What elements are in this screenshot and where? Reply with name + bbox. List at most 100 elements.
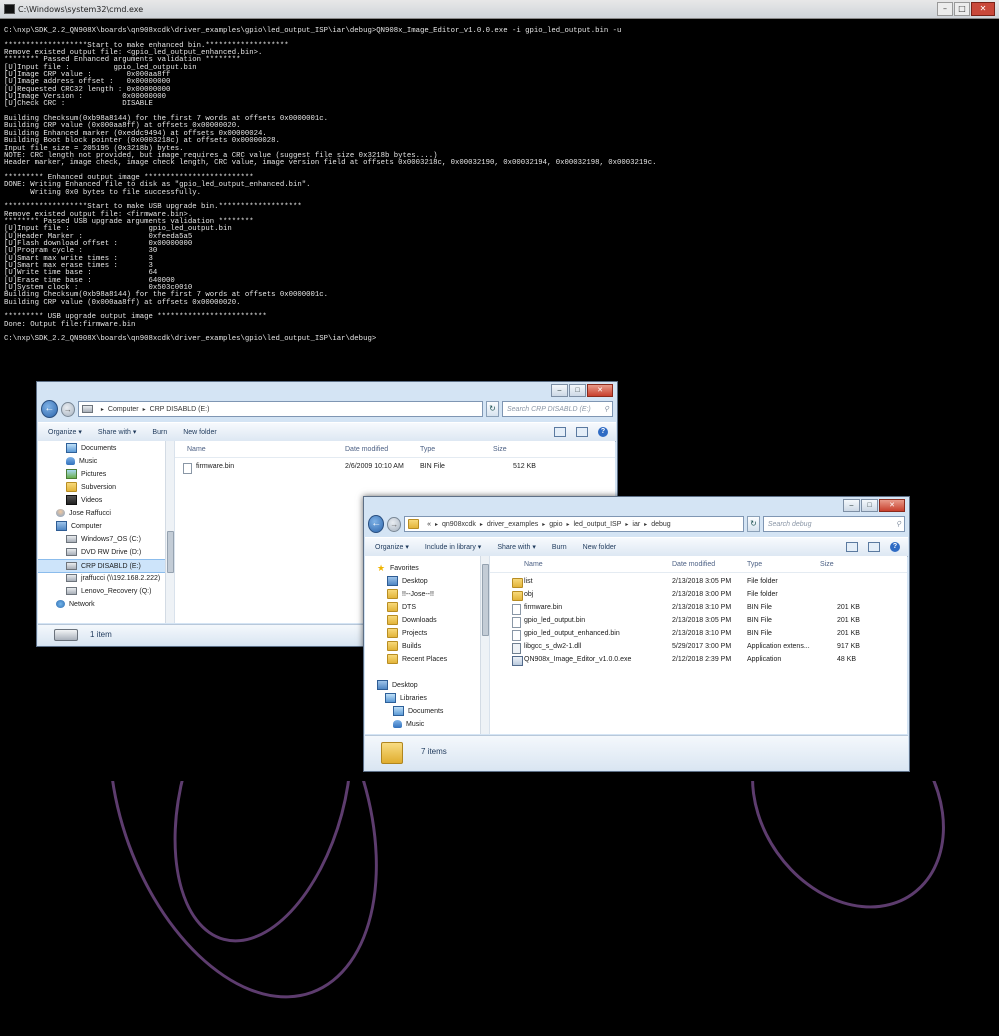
nav-item[interactable]: Desktop [365, 575, 480, 587]
nav-item[interactable]: Pictures [38, 468, 165, 480]
search-input[interactable]: Search debug ⚲ [762, 516, 905, 532]
nav-scrollbar[interactable] [165, 441, 174, 623]
include-in-library-button[interactable]: Include in library ▾ [425, 543, 481, 551]
nav-item[interactable]: jraffucci (\\192.168.2.222) [38, 572, 165, 584]
file-date-modified: 5/29/2017 3:00 PM [672, 643, 732, 650]
console-output[interactable]: C:\nxp\SDK_2.2_QN908X\boards\qn908xcdk\d… [4, 27, 995, 344]
column-type[interactable]: Type [747, 561, 762, 568]
file-row[interactable]: obj 2/13/2018 3:00 PM File folder [490, 589, 907, 601]
minimize-icon[interactable]: – [551, 384, 568, 397]
back-button[interactable]: ← [41, 400, 58, 418]
explorer-window-debug[interactable]: – □ ✕ ← → « ▸ qn908xcdk ▸ driver_examples ▸ g… [363, 496, 910, 772]
breadcrumb-overflow[interactable]: « [427, 521, 431, 528]
minimize-icon[interactable]: – [937, 2, 953, 16]
help-icon[interactable]: ? [598, 427, 608, 437]
preview-pane-icon[interactable] [868, 542, 880, 552]
nav-item[interactable]: Projects [365, 627, 480, 639]
maximize-icon[interactable]: □ [569, 384, 586, 397]
forward-button[interactable]: → [387, 516, 402, 532]
organize-button[interactable]: Organize ▾ [48, 428, 82, 436]
refresh-button[interactable]: ↻ [747, 516, 760, 532]
nav-item[interactable]: Recent Places [365, 653, 480, 665]
burn-button[interactable]: Burn [552, 544, 567, 551]
nav-item[interactable]: Lenovo_Recovery (Q:) [38, 585, 165, 597]
file-row[interactable]: firmware.bin 2/6/2009 10:10 AM BIN File 512… [175, 461, 615, 474]
nav-item[interactable]: DVD RW Drive (D:) [38, 546, 165, 558]
file-row[interactable]: libgcc_s_dw2-1.dll 5/29/2017 3:00 PM Appli… [490, 641, 907, 654]
nav-item[interactable]: Windows7_OS (C:) [38, 533, 165, 545]
nav-item[interactable]: Builds [365, 640, 480, 652]
breadcrumb-item[interactable]: gpio [549, 521, 562, 528]
maximize-icon[interactable]: □ [954, 2, 970, 16]
new-folder-button[interactable]: New folder [183, 429, 216, 436]
column-name[interactable]: Name [187, 446, 206, 453]
nav-item[interactable]: Videos [38, 494, 165, 506]
nav-scrollbar[interactable] [480, 556, 489, 734]
nav-item[interactable]: Downloads [365, 614, 480, 626]
file-list-pane[interactable]: Name Date modified Type Size list 2/13/20… [490, 556, 907, 734]
column-name[interactable]: Name [524, 561, 543, 568]
nav-item[interactable]: Documents [365, 705, 480, 717]
column-type[interactable]: Type [420, 446, 435, 453]
breadcrumb-drive[interactable]: CRP DISABLD (E:) [150, 406, 210, 413]
column-date-modified[interactable]: Date modified [672, 561, 715, 568]
burn-button[interactable]: Burn [152, 429, 167, 436]
close-icon[interactable]: ✕ [587, 384, 613, 397]
address-bar[interactable]: ▸ Computer ▸ CRP DISABLD (E:) [77, 401, 483, 417]
drive-icon [66, 535, 77, 543]
breadcrumb-item[interactable]: debug [651, 521, 670, 528]
change-view-icon[interactable] [554, 427, 566, 437]
help-icon[interactable]: ? [890, 542, 900, 552]
preview-pane-icon[interactable] [576, 427, 588, 437]
column-size[interactable]: Size [493, 446, 507, 453]
nav-item[interactable]: !!--Jose--!! [365, 588, 480, 600]
breadcrumb-item[interactable]: driver_examples [487, 521, 538, 528]
nav-item[interactable]: Documents [38, 442, 165, 454]
share-with-button[interactable]: Share with ▾ [98, 428, 137, 436]
cmd-title-bar[interactable]: C:\Windows\system32\cmd.exe – □ ✕ [0, 0, 999, 19]
nav-item[interactable]: Music [365, 718, 480, 730]
recent-places-icon [387, 654, 398, 664]
navigation-pane[interactable]: ★ Favorites Desktop !!--Jose--!! DTS Download… [365, 556, 490, 734]
nav-item[interactable]: Desktop [365, 679, 480, 691]
close-icon[interactable]: ✕ [971, 2, 995, 16]
maximize-icon[interactable]: □ [861, 499, 878, 512]
nav-scrollbar-thumb[interactable] [167, 531, 174, 573]
libraries-icon [385, 693, 396, 703]
nav-item[interactable]: Computer [38, 520, 165, 532]
column-date-modified[interactable]: Date modified [345, 446, 388, 453]
nav-item[interactable]: CRP DISABLD (E:) [38, 559, 165, 573]
nav-item[interactable]: Subversion [38, 481, 165, 493]
nav-item[interactable]: Libraries [365, 692, 480, 704]
address-bar[interactable]: « ▸ qn908xcdk ▸ driver_examples ▸ gpio ▸ led_ou… [404, 516, 745, 532]
search-input[interactable]: Search CRP DISABLD (E:) ⚲ [502, 401, 613, 417]
nav-item[interactable]: ★ Favorites [365, 562, 480, 574]
column-size[interactable]: Size [820, 561, 834, 568]
breadcrumb-item[interactable]: led_output_ISP [574, 521, 622, 528]
forward-button[interactable]: → [60, 401, 75, 417]
close-icon[interactable]: ✕ [879, 499, 905, 512]
file-row[interactable]: gpio_led_output.bin 2/13/2018 3:05 PM BIN … [490, 615, 907, 628]
nav-scrollbar-thumb[interactable] [482, 564, 489, 636]
breadcrumb-computer[interactable]: Computer [108, 406, 139, 413]
nav-item-label: Projects [402, 629, 428, 637]
file-row[interactable]: gpio_led_output_enhanced.bin 2/13/2018 3:… [490, 628, 907, 641]
file-row[interactable]: QN908x_Image_Editor_v1.0.0.exe 2/12/2018 … [490, 654, 907, 666]
file-name: firmware.bin [524, 604, 563, 611]
file-row[interactable]: list 2/13/2018 3:05 PM File folder [490, 576, 907, 588]
navigation-pane[interactable]: Documents Music Pictures Subversion Videos Jo… [38, 441, 175, 623]
nav-item[interactable]: DTS [365, 601, 480, 613]
organize-button[interactable]: Organize ▾ [375, 543, 409, 551]
nav-item[interactable]: Jose Raffucci [38, 507, 165, 519]
breadcrumb-item[interactable]: qn908xcdk [442, 521, 476, 528]
nav-item[interactable]: Music [38, 455, 165, 467]
nav-item[interactable]: Network [38, 598, 165, 610]
breadcrumb-item[interactable]: iar [632, 521, 640, 528]
back-button[interactable]: ← [368, 515, 385, 533]
file-row[interactable]: firmware.bin 2/13/2018 3:10 PM BIN File 201… [490, 602, 907, 615]
new-folder-button[interactable]: New folder [583, 544, 616, 551]
minimize-icon[interactable]: – [843, 499, 860, 512]
share-with-button[interactable]: Share with ▾ [497, 543, 536, 551]
refresh-button[interactable]: ↻ [485, 401, 499, 417]
change-view-icon[interactable] [846, 542, 858, 552]
